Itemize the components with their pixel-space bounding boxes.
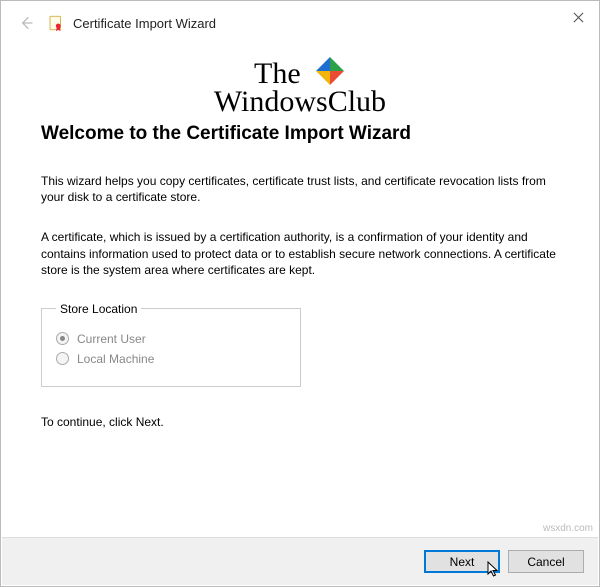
radio-current-user: Current User <box>56 332 286 346</box>
source-watermark: wsxdn.com <box>543 523 593 534</box>
radio-icon <box>56 332 69 345</box>
footer-bar: Next Cancel <box>2 537 598 585</box>
close-button[interactable] <box>563 5 593 29</box>
cursor-icon <box>487 561 501 579</box>
watermark-line2: WindowsClub <box>41 87 559 117</box>
page-heading: Welcome to the Certificate Import Wizard <box>41 123 559 145</box>
back-arrow-icon <box>18 15 34 31</box>
watermark-logo-icon <box>314 55 346 89</box>
next-button-label: Next <box>450 555 475 569</box>
radio-icon <box>56 352 69 365</box>
watermark: The WindowsClub <box>41 55 559 117</box>
cancel-button[interactable]: Cancel <box>508 550 584 573</box>
radio-label-local-machine: Local Machine <box>77 352 154 366</box>
window-title: Certificate Import Wizard <box>73 16 216 31</box>
radio-local-machine: Local Machine <box>56 352 286 366</box>
store-location-group: Store Location Current User Local Machin… <box>41 302 301 387</box>
store-location-legend: Store Location <box>56 302 141 316</box>
next-button[interactable]: Next <box>424 550 500 573</box>
intro-paragraph-1: This wizard helps you copy certificates,… <box>41 173 559 205</box>
back-button[interactable] <box>15 12 37 34</box>
wizard-window: Certificate Import Wizard The Wind <box>0 0 600 587</box>
certificate-icon <box>47 14 65 32</box>
titlebar: Certificate Import Wizard <box>1 1 599 45</box>
content-area: The WindowsClub Welcome to the Certifica… <box>1 45 599 429</box>
intro-paragraph-2: A certificate, which is issued by a cert… <box>41 229 559 278</box>
radio-label-current-user: Current User <box>77 332 146 346</box>
continue-instruction: To continue, click Next. <box>41 415 559 429</box>
close-icon <box>573 12 584 23</box>
